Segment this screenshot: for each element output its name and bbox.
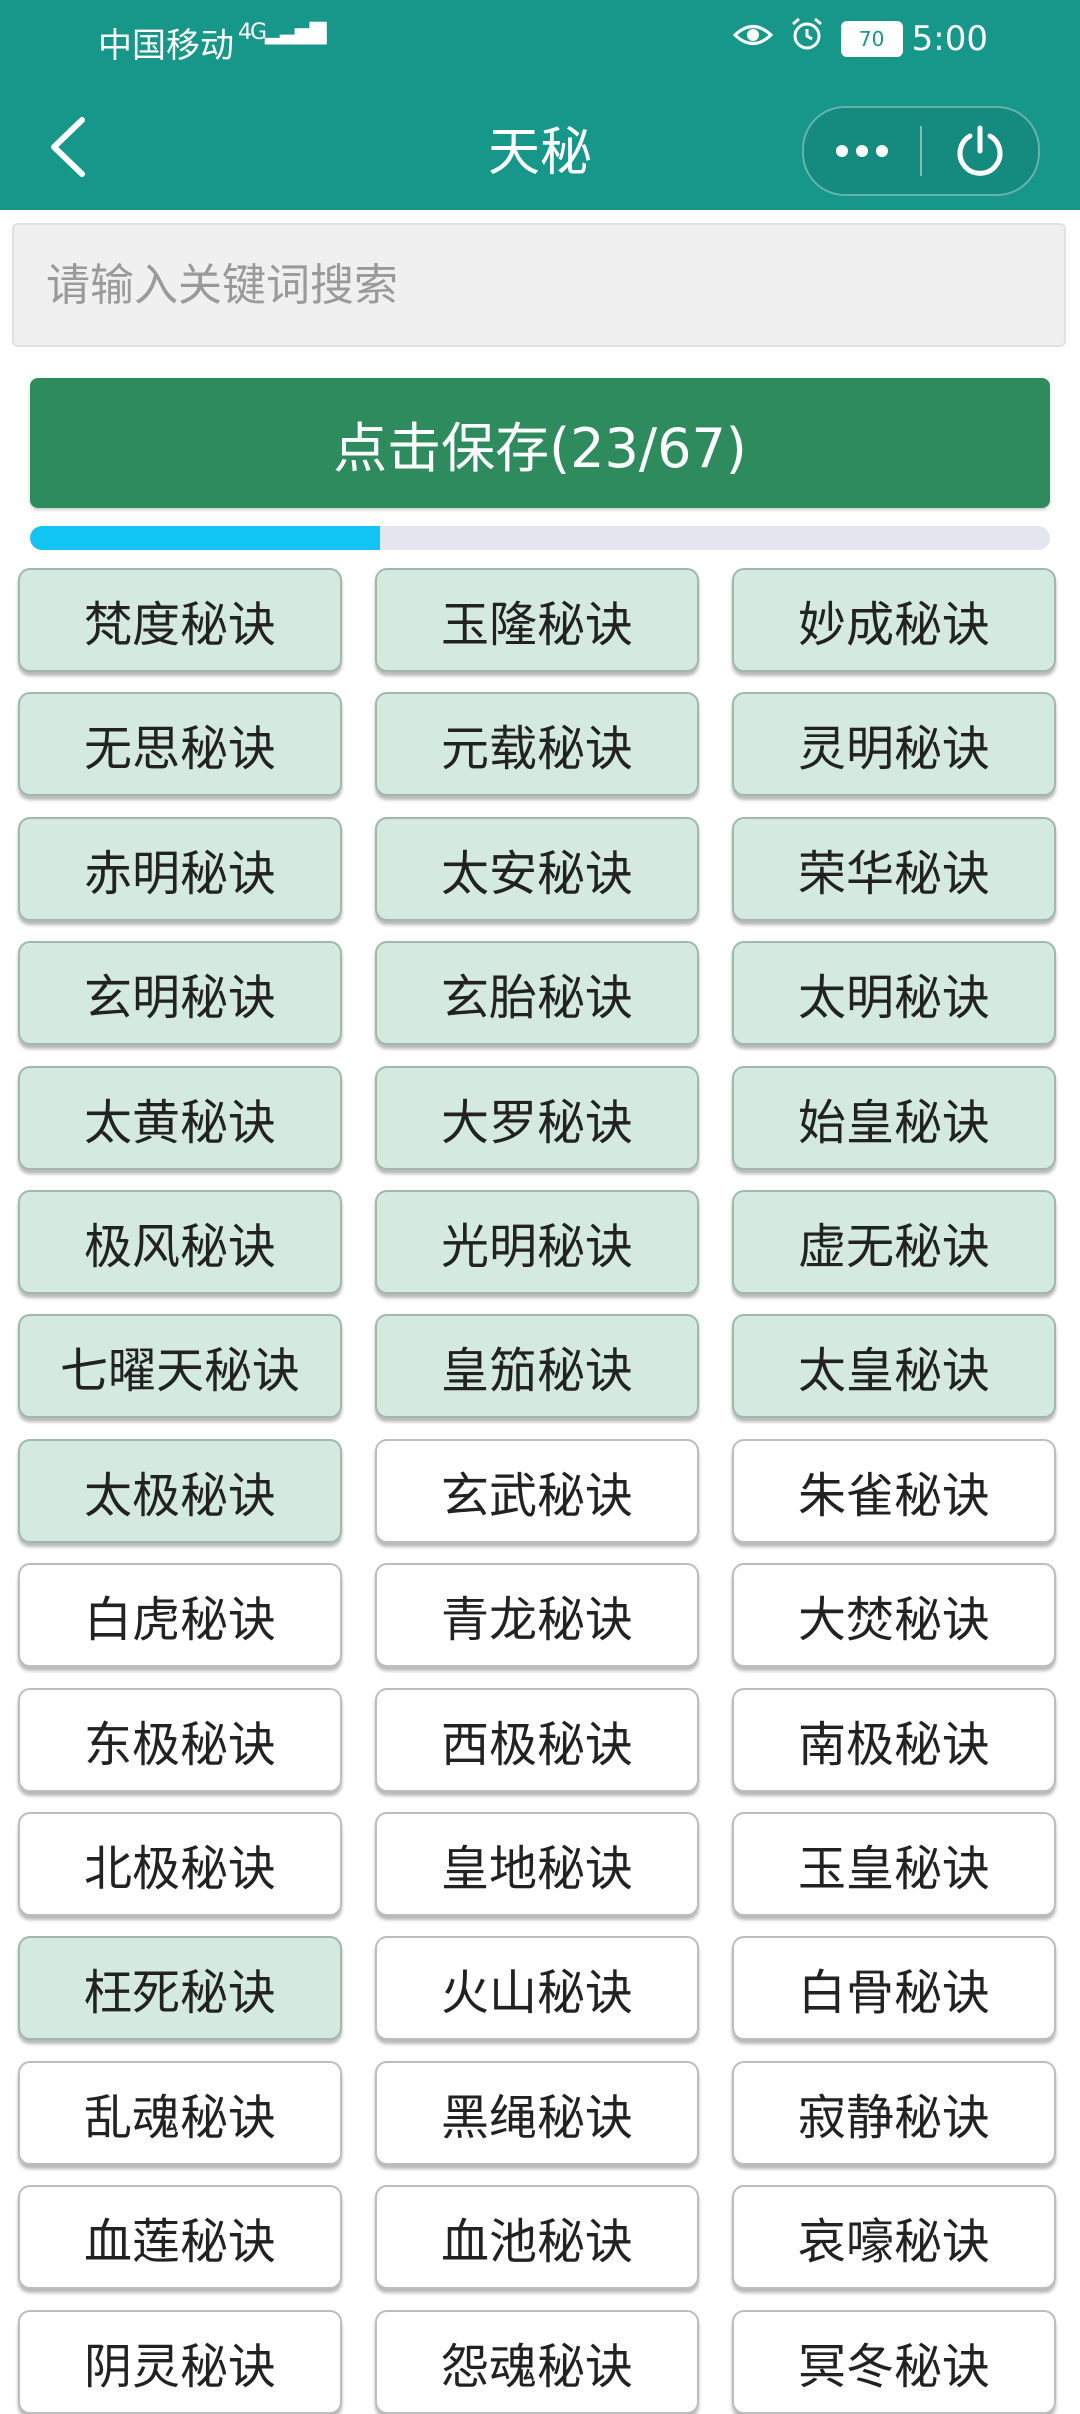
secret-item-button[interactable]: 太皇秘诀: [732, 1314, 1056, 1418]
eye-icon: [732, 19, 773, 59]
secret-item-button[interactable]: 火山秘诀: [375, 1936, 699, 2040]
secret-item-button[interactable]: 白虎秘诀: [18, 1563, 342, 1667]
secret-item-button[interactable]: 梵度秘诀: [18, 568, 342, 672]
search-input[interactable]: [14, 225, 1064, 345]
secret-item-button[interactable]: 虚无秘诀: [732, 1190, 1056, 1294]
secret-item-button[interactable]: 太安秘诀: [375, 817, 699, 921]
secret-item-button[interactable]: 太极秘诀: [18, 1439, 342, 1543]
secret-item-button[interactable]: 太黄秘诀: [18, 1066, 342, 1170]
secret-item-button[interactable]: 无思秘诀: [18, 692, 342, 796]
secret-item-button[interactable]: 西极秘诀: [375, 1688, 699, 1792]
secret-item-button[interactable]: 七曜天秘诀: [18, 1314, 342, 1418]
secret-item-button[interactable]: 白骨秘诀: [732, 1936, 1056, 2040]
secret-item-button[interactable]: 妙成秘诀: [732, 568, 1056, 672]
secret-item-button[interactable]: 玉皇秘诀: [732, 1812, 1056, 1916]
secret-item-button[interactable]: 朱雀秘诀: [732, 1439, 1056, 1543]
mini-program-capsule: [802, 106, 1040, 196]
secret-item-button[interactable]: 黑绳秘诀: [375, 2061, 699, 2165]
title-bar: 天秘: [0, 90, 1080, 210]
secret-item-button[interactable]: 太明秘诀: [732, 941, 1056, 1045]
power-icon: [957, 125, 1003, 176]
secret-item-button[interactable]: 冥冬秘诀: [732, 2310, 1056, 2414]
secret-item-button[interactable]: 怨魂秘诀: [375, 2310, 699, 2414]
page-title: 天秘: [487, 123, 592, 183]
secret-item-button[interactable]: 大罗秘诀: [375, 1066, 699, 1170]
secret-item-button[interactable]: 东极秘诀: [18, 1688, 342, 1792]
secret-item-button[interactable]: 极风秘诀: [18, 1190, 342, 1294]
close-power-button[interactable]: [922, 108, 1038, 194]
secret-item-button[interactable]: 皇笳秘诀: [375, 1314, 699, 1418]
secret-item-button[interactable]: 血莲秘诀: [18, 2185, 342, 2289]
search-box: [12, 223, 1066, 347]
secret-item-button[interactable]: 血池秘诀: [375, 2185, 699, 2289]
secret-item-button[interactable]: 玄武秘诀: [375, 1439, 699, 1543]
more-dots-icon: [836, 145, 888, 157]
secret-item-button[interactable]: 始皇秘诀: [732, 1066, 1056, 1170]
secret-item-button[interactable]: 北极秘诀: [18, 1812, 342, 1916]
progress-bar: [30, 526, 1050, 550]
alarm-icon: [789, 16, 825, 61]
secret-item-button[interactable]: 玄胎秘诀: [375, 941, 699, 1045]
secret-item-button[interactable]: 青龙秘诀: [375, 1563, 699, 1667]
secret-item-button[interactable]: 皇地秘诀: [375, 1812, 699, 1916]
secret-item-button[interactable]: 玄明秘诀: [18, 941, 342, 1045]
clock-time: 5:00: [911, 18, 988, 59]
network-type: 4G: [238, 20, 267, 45]
secret-item-button[interactable]: 大焚秘诀: [732, 1563, 1056, 1667]
secret-item-button[interactable]: 南极秘诀: [732, 1688, 1056, 1792]
status-icons: 70 5:00: [732, 16, 988, 61]
status-bar: 中国移动 4G▂▃▅▇ 70 5:00: [0, 0, 1080, 78]
app-header: 中国移动 4G▂▃▅▇ 70 5:00 天秘: [0, 0, 1080, 210]
secret-item-button[interactable]: 乱魂秘诀: [18, 2061, 342, 2165]
carrier-name: 中国移动: [98, 26, 234, 66]
secret-item-button[interactable]: 阴灵秘诀: [18, 2310, 342, 2414]
more-options-button[interactable]: [804, 108, 920, 194]
secret-item-button[interactable]: 元载秘诀: [375, 692, 699, 796]
secret-item-button[interactable]: 灵明秘诀: [732, 692, 1056, 796]
secret-item-button[interactable]: 赤明秘诀: [18, 817, 342, 921]
signal-icon: 4G▂▃▅▇: [238, 20, 327, 45]
secret-item-button[interactable]: 枉死秘诀: [18, 1936, 342, 2040]
secret-item-button[interactable]: 哀嚎秘诀: [732, 2185, 1056, 2289]
secret-item-button[interactable]: 光明秘诀: [375, 1190, 699, 1294]
secret-item-button[interactable]: 寂静秘诀: [732, 2061, 1056, 2165]
save-button[interactable]: 点击保存(23/67): [30, 378, 1050, 508]
back-arrow-icon[interactable]: [40, 112, 100, 182]
secret-item-button[interactable]: 玉隆秘诀: [375, 568, 699, 672]
progress-fill: [30, 526, 380, 550]
secret-item-button[interactable]: 荣华秘诀: [732, 817, 1056, 921]
